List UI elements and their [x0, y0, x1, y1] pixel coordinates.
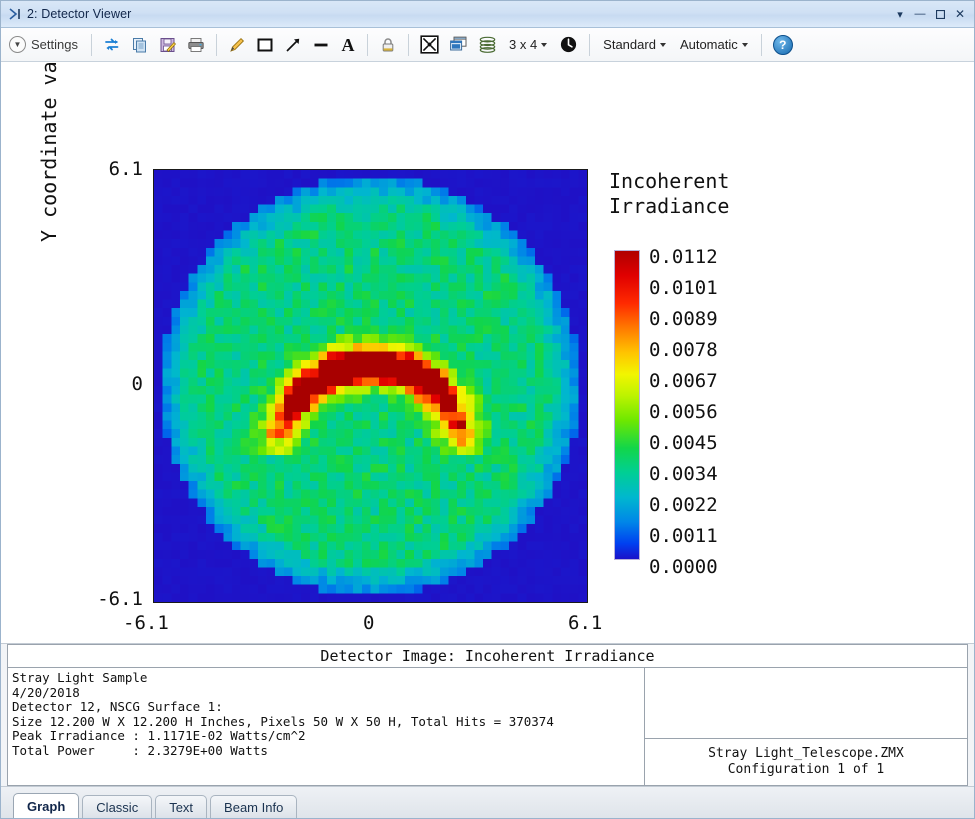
y-tick-mid: 0 [63, 373, 143, 395]
rectangle-icon[interactable] [252, 32, 278, 58]
chevron-down-icon [742, 43, 748, 47]
heatmap-canvas[interactable] [154, 170, 587, 602]
toolbar-separator [91, 34, 92, 56]
minimize-button[interactable]: — [910, 4, 930, 24]
title-bar: 2: Detector Viewer ▾ — ✕ [1, 1, 974, 28]
toolbar-separator [367, 34, 368, 56]
window-title: 2: Detector Viewer [27, 7, 131, 21]
chevron-down-icon [660, 43, 666, 47]
colorbar-ticks: 0.0112 0.0101 0.0089 0.0078 0.0067 0.005… [649, 242, 769, 583]
reset-icon[interactable] [555, 32, 582, 58]
style-dropdown[interactable]: Standard [597, 37, 672, 52]
info-file-box: Stray Light_Telescope.ZMX Configuration … [645, 668, 967, 785]
info-file-box-text: Stray Light_Telescope.ZMX Configuration … [645, 739, 967, 785]
style-label: Standard [603, 37, 656, 52]
line-icon[interactable] [308, 32, 334, 58]
colorbar-tick: 0.0045 [649, 428, 769, 459]
heatmap-plot[interactable] [153, 169, 588, 603]
tab-text[interactable]: Text [155, 795, 207, 818]
info-panel-body: Stray Light Sample 4/20/2018 Detector 12… [8, 668, 967, 785]
tab-bar: Graph Classic Text Beam Info [1, 786, 974, 818]
colorbar-tick: 0.0101 [649, 273, 769, 304]
toolbar: ▼ Settings [1, 28, 974, 62]
colorbar-tick: 0.0112 [649, 242, 769, 273]
colorbar-tick: 0.0034 [649, 459, 769, 490]
info-panel-header: Detector Image: Incoherent Irradiance [8, 645, 967, 668]
close-button[interactable]: ✕ [950, 4, 970, 24]
toolbar-separator [761, 34, 762, 56]
colorbar-title: Incoherent Irradiance [609, 169, 789, 219]
colorbar-tick: 0.0056 [649, 397, 769, 428]
info-panel: Detector Image: Incoherent Irradiance St… [7, 644, 968, 786]
colorbar-tick: 0.0089 [649, 304, 769, 335]
toolbar-separator [408, 34, 409, 56]
x-tick-mid: 0 [363, 612, 374, 634]
info-file-box-empty [645, 668, 967, 739]
maximize-button[interactable] [930, 4, 950, 24]
tab-classic[interactable]: Classic [82, 795, 152, 818]
toolbar-separator [589, 34, 590, 56]
colorbar-title-line2: Irradiance [609, 194, 789, 219]
arrow-icon[interactable] [280, 32, 306, 58]
detector-viewer-window: 2: Detector Viewer ▾ — ✕ ▼ Settings [0, 0, 975, 819]
fit-icon[interactable] [416, 32, 443, 58]
scale-dropdown[interactable]: Automatic [674, 37, 754, 52]
save-icon[interactable] [155, 32, 181, 58]
window-icon[interactable] [445, 32, 472, 58]
toolbar-separator [216, 34, 217, 56]
chevron-down-icon [541, 43, 547, 47]
file-name: Stray Light_Telescope.ZMX [645, 746, 967, 762]
x-tick-right: 6.1 [568, 612, 602, 634]
refresh-icon[interactable] [99, 32, 125, 58]
copy-icon[interactable] [127, 32, 153, 58]
x-tick-left: -6.1 [123, 612, 169, 634]
grid-size-dropdown[interactable]: 3 x 4 [503, 37, 553, 52]
print-icon[interactable] [183, 32, 209, 58]
colorbar-tick: 0.0067 [649, 366, 769, 397]
window-dropdown-button[interactable]: ▾ [890, 4, 910, 24]
scale-label: Automatic [680, 37, 738, 52]
lock-icon[interactable] [375, 32, 401, 58]
colorbar-tick: 0.0078 [649, 335, 769, 366]
y-axis-label: Y coordinate value [37, 62, 61, 242]
settings-label: Settings [31, 37, 78, 52]
colorbar-title-line1: Incoherent [609, 169, 789, 194]
plot-canvas: Y coordinate value 6.1 0 -6.1 -6.1 0 6.1… [1, 62, 974, 644]
x-axis-label: X coordinate value [153, 640, 589, 644]
colorbar-tick: 0.0022 [649, 490, 769, 521]
colorbar-gradient [614, 250, 640, 560]
text-icon[interactable]: A [336, 32, 360, 58]
grid-size-label: 3 x 4 [509, 37, 537, 52]
layers-icon[interactable] [474, 32, 501, 58]
detector-icon [7, 6, 23, 22]
colorbar-tick: 0.0011 [649, 521, 769, 552]
help-icon: ? [773, 35, 793, 55]
help-button[interactable]: ? [769, 32, 797, 58]
y-tick-top: 6.1 [63, 158, 143, 180]
pencil-icon[interactable] [224, 32, 250, 58]
colorbar-tick: 0.0000 [649, 552, 769, 583]
y-tick-bottom: -6.1 [53, 588, 143, 610]
chevron-down-icon: ▼ [9, 36, 26, 53]
tab-beam-info[interactable]: Beam Info [210, 795, 297, 818]
tab-graph[interactable]: Graph [13, 793, 79, 818]
settings-button[interactable]: ▼ Settings [7, 36, 84, 53]
info-details-text: Stray Light Sample 4/20/2018 Detector 12… [8, 668, 645, 785]
configuration-label: Configuration 1 of 1 [645, 762, 967, 778]
